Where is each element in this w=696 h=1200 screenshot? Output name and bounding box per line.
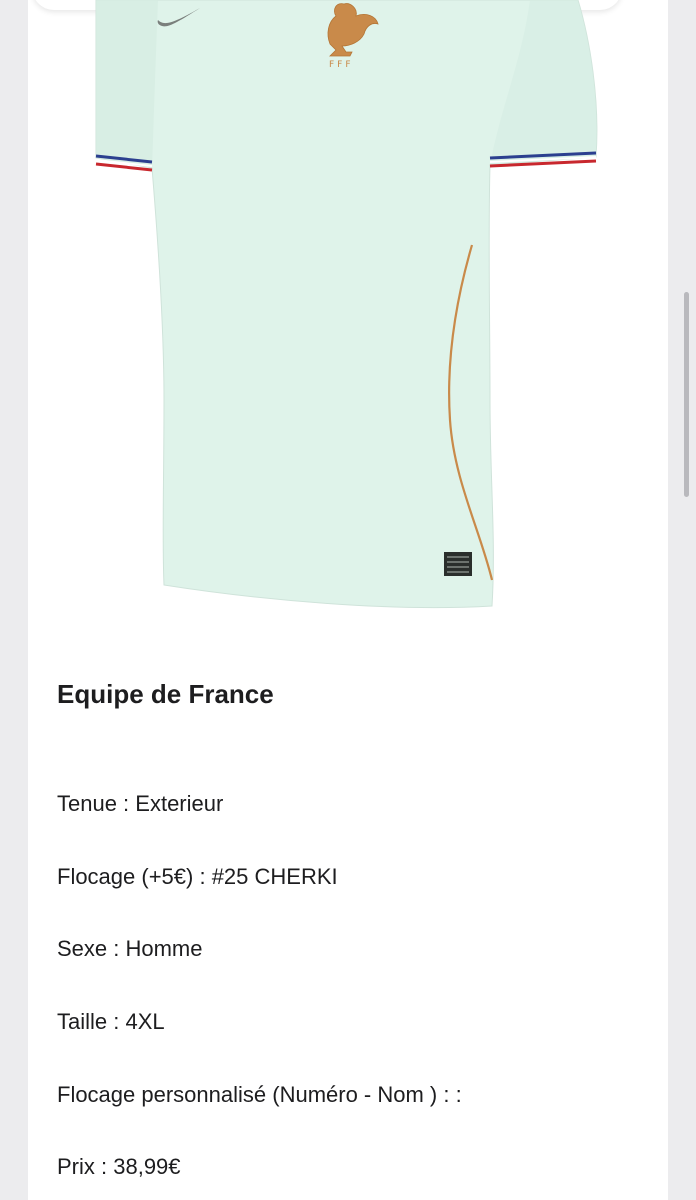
detail-label: Flocage (+5€) : [57, 864, 212, 889]
product-image: FFF [95, 0, 598, 609]
scrollbar[interactable] [684, 292, 689, 497]
detail-flocage: Flocage (+5€) : #25 CHERKI [57, 864, 338, 890]
detail-value: Exterieur [135, 791, 224, 816]
detail-tenue: Tenue : Exterieur [57, 791, 223, 817]
detail-value: 4XL [125, 1009, 165, 1034]
detail-flocage-personnalise: Flocage personnalisé (Numéro - Nom ) : : [57, 1082, 462, 1108]
detail-value: Homme [125, 936, 203, 961]
detail-value: 38,99€ [113, 1154, 181, 1179]
detail-value: #25 CHERKI [211, 864, 338, 889]
detail-taille: Taille : 4XL [57, 1009, 165, 1035]
detail-label: Sexe : [57, 936, 126, 961]
detail-label: Taille : [57, 1009, 126, 1034]
jock-tag-icon [444, 552, 472, 576]
order-summary-page: FFF Equipe de France Tenue : Exterieur F… [0, 0, 696, 1200]
detail-label: Flocage personnalisé (Numéro - Nom ) : : [57, 1082, 462, 1107]
svg-text:FFF: FFF [329, 60, 354, 70]
detail-label: Tenue : [57, 791, 136, 816]
detail-sexe: Sexe : Homme [57, 936, 203, 962]
product-title: Equipe de France [57, 679, 274, 709]
detail-label: Prix : [57, 1154, 114, 1179]
detail-prix: Prix : 38,99€ [57, 1154, 181, 1180]
